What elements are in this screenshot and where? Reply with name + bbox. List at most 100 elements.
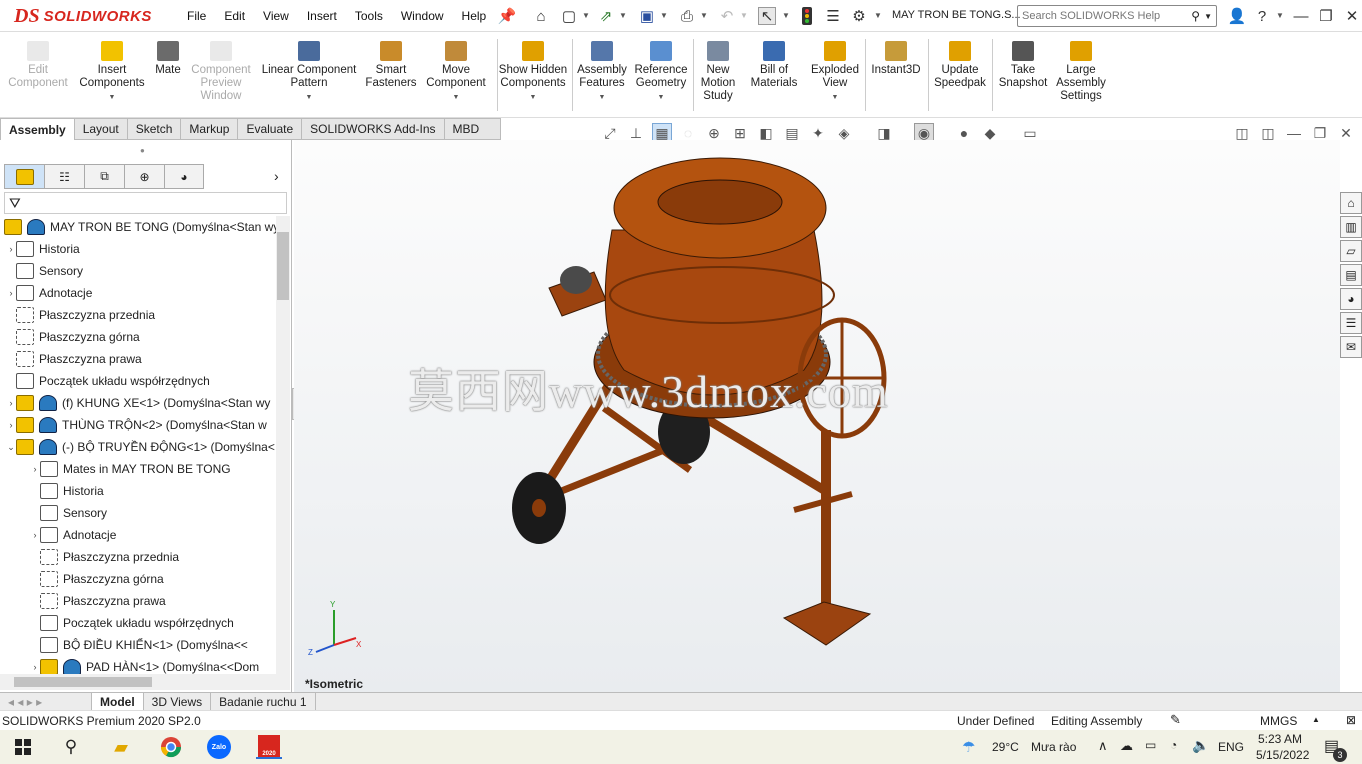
bottom-tab-3d-views[interactable]: 3D Views (144, 693, 212, 710)
tree-expand-icon[interactable]: › (30, 662, 40, 672)
tree-item[interactable]: Płaszczyzna górna (0, 568, 164, 590)
command-exploded-view[interactable]: Exploded View ▼ (806, 41, 864, 104)
tree-item[interactable]: › Adnotacje (0, 282, 92, 304)
tree-expand-icon[interactable]: › (30, 530, 40, 540)
chrome-icon[interactable] (158, 735, 184, 759)
menu-edit[interactable]: Edit (215, 9, 254, 23)
tree-item[interactable]: › Historia (0, 238, 80, 260)
bottom-tab-model[interactable]: Model (92, 693, 144, 710)
configuration-manager-tab-icon[interactable]: ⧉ (84, 164, 124, 189)
tree-expand-icon[interactable]: › (6, 288, 16, 298)
restore-icon[interactable]: ❐ (1317, 7, 1335, 25)
tree-item[interactable]: › Adnotacje (0, 524, 116, 546)
menu-view[interactable]: View (254, 9, 298, 23)
close-icon[interactable]: ✕ (1343, 7, 1361, 25)
tree-item[interactable]: Początek układu współrzędnych (0, 370, 210, 392)
menu-insert[interactable]: Insert (298, 9, 346, 23)
tab-solidworks-add-ins[interactable]: SOLIDWORKS Add-Ins (302, 118, 445, 140)
minimize-icon[interactable]: — (1292, 7, 1310, 25)
command-take-snapshot[interactable]: Take Snapshot (996, 41, 1050, 90)
tree-item[interactable]: Płaszczyzna przednia (0, 304, 155, 326)
tab-mbd[interactable]: MBD (444, 118, 501, 140)
command-reference-geometry[interactable]: Reference Geometry ▼ (630, 41, 692, 104)
pin-icon[interactable]: 📌 (498, 7, 517, 25)
command-mate[interactable]: Mate (148, 41, 188, 77)
tab-layout[interactable]: Layout (74, 118, 128, 140)
property-manager-tab-icon[interactable]: ☷ (44, 164, 84, 189)
solidworks-taskbar-icon[interactable]: 2020 (256, 735, 282, 759)
status-options-icon[interactable]: ⊠ (1346, 713, 1356, 727)
search-help-input[interactable]: Search SOLIDWORKS Help ⚲ ▼ (1017, 5, 1217, 27)
user-account-icon[interactable]: 👤 (1228, 7, 1247, 25)
tree-expand-icon[interactable]: ⌄ (6, 442, 16, 453)
view-palette-icon[interactable]: ▤ (1340, 264, 1362, 286)
onedrive-cloud-icon[interactable]: ☁ (1120, 738, 1133, 754)
tree-expand-icon[interactable]: › (6, 420, 16, 430)
open-caret-icon[interactable]: ▼ (619, 11, 627, 20)
bottom-tab-badanie-ruchu-1[interactable]: Badanie ruchu 1 (211, 693, 316, 710)
command-assembly-features[interactable]: Assembly Features ▼ (574, 41, 630, 104)
new-document-icon[interactable]: ▢ (560, 7, 578, 25)
weather-icon[interactable]: ☂ (962, 738, 975, 756)
design-library-icon[interactable]: ▥ (1340, 216, 1362, 238)
menu-tools[interactable]: Tools (346, 9, 392, 23)
weather-temperature[interactable]: 29°C (992, 740, 1019, 754)
filter-funnel-icon[interactable]: ⛛ (9, 195, 21, 212)
tree-item[interactable]: MAY TRON BE TONG (Domyślna<Stan wy (0, 216, 276, 238)
open-icon[interactable]: ⇗ (597, 7, 615, 25)
battery-icon[interactable]: ▭ (1145, 738, 1156, 752)
select-arrow-icon[interactable]: ↖ (758, 7, 776, 25)
tree-item[interactable]: › Mates in MAY TRON BE TONG (0, 458, 231, 480)
tree-item[interactable]: Płaszczyzna prawa (0, 348, 142, 370)
dimxpert-manager-tab-icon[interactable]: ⊕ (124, 164, 164, 189)
tree-item[interactable]: BỘ ĐIỀU KHIỂN<1> (Domyślna<< (0, 634, 248, 656)
tree-item[interactable]: Początek układu współrzędnych (0, 612, 234, 634)
command-caret-icon[interactable]: ▼ (832, 91, 839, 104)
command-caret-icon[interactable]: ▼ (306, 91, 313, 104)
command-update-speedpak[interactable]: Update Speedpak (932, 41, 988, 90)
save-icon[interactable]: ▣ (638, 7, 656, 25)
help-icon[interactable]: ? (1253, 7, 1271, 25)
panel-grip-icon[interactable]: ● (140, 146, 145, 155)
home-icon[interactable]: ⌂ (532, 7, 550, 25)
command-move-component[interactable]: Move Component ▼ (421, 41, 491, 104)
solidworks-logo[interactable]: DS SOLIDWORKS (14, 4, 152, 28)
wifi-icon[interactable]: ◔ (1170, 738, 1177, 752)
tree-item[interactable]: Sensory (0, 260, 83, 282)
command-instant3d[interactable]: Instant3D (867, 41, 925, 77)
units-selector[interactable]: MMGS (1260, 714, 1297, 728)
search-icon[interactable]: ⚲ (1191, 9, 1200, 23)
file-explorer-taskbar-icon[interactable]: ▰ (108, 735, 134, 759)
search-caret-icon[interactable]: ▼ (1204, 12, 1212, 21)
command-new-motion-study[interactable]: New Motion Study (695, 41, 741, 103)
select-caret-icon[interactable]: ▼ (782, 11, 790, 20)
solidworks-resources-icon[interactable]: ⌂ (1340, 192, 1362, 214)
clock-date[interactable]: 5/15/2022 (1256, 748, 1309, 762)
file-explorer-icon[interactable]: ▱ (1340, 240, 1362, 262)
language-indicator[interactable]: ENG (1218, 740, 1244, 754)
help-caret-icon[interactable]: ▼ (1276, 11, 1284, 20)
display-manager-tab-icon[interactable]: ◕ (164, 164, 204, 189)
new-caret-icon[interactable]: ▼ (582, 11, 590, 20)
command-component-preview-window[interactable]: Component Preview Window (184, 41, 258, 103)
rebuild-icon[interactable] (798, 7, 816, 25)
clock-time[interactable]: 5:23 AM (1258, 732, 1302, 746)
menu-file[interactable]: File (178, 9, 215, 23)
units-caret-icon[interactable]: ▲ (1312, 715, 1320, 724)
command-caret-icon[interactable]: ▼ (453, 91, 460, 104)
save-caret-icon[interactable]: ▼ (660, 11, 668, 20)
command-edit-component[interactable]: Edit Component (8, 41, 68, 90)
tab-evaluate[interactable]: Evaluate (238, 118, 303, 140)
volume-icon[interactable]: 🔈 (1192, 737, 1209, 754)
zalo-icon[interactable]: Zalo (206, 735, 232, 759)
tab-markup[interactable]: Markup (181, 118, 239, 140)
custom-properties-icon[interactable]: ☰ (1340, 312, 1362, 334)
command-insert-components[interactable]: Insert Components ▼ (76, 41, 148, 104)
forum-icon[interactable]: ✉ (1340, 336, 1362, 358)
tab-scroll-arrows-icon[interactable]: ◂ ◂ ▸ ▸ (0, 693, 92, 710)
options-caret-icon[interactable]: ▼ (874, 11, 882, 20)
command-large-assembly-settings[interactable]: Large Assembly Settings (1051, 41, 1111, 103)
tree-expand-icon[interactable]: › (6, 244, 16, 254)
tree-item[interactable]: › THÙNG TRỘN<2> (Domyślna<Stan w (0, 414, 267, 436)
tree-expand-icon[interactable]: › (6, 398, 16, 408)
